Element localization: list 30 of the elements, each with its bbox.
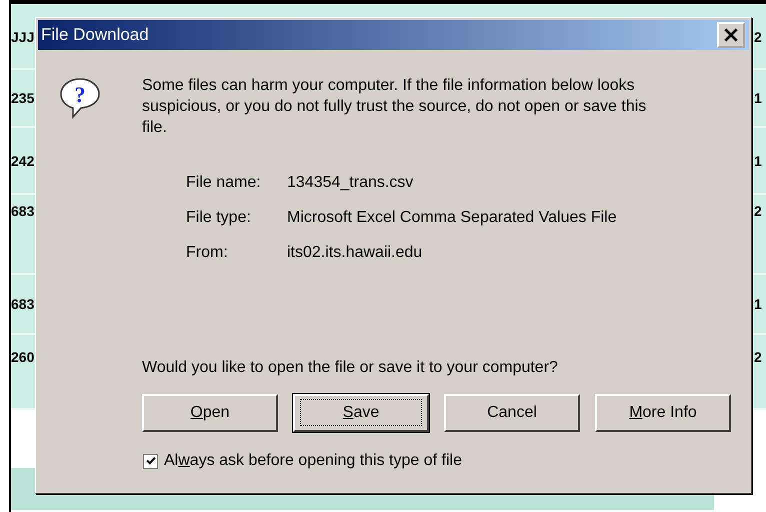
field-label: From:: [186, 243, 229, 263]
table-cell-text: 2: [754, 348, 763, 367]
table-cell-text: 1: [754, 89, 763, 108]
field-value: Microsoft Excel Comma Separated Values File: [287, 208, 618, 228]
table-cell-text: 235: [11, 89, 36, 108]
field-label: File name:: [186, 173, 262, 193]
question-balloon-icon: ?: [58, 76, 102, 120]
table-cell-text: 242: [11, 152, 36, 170]
close-button[interactable]: [717, 22, 745, 48]
table-cell-text: JJJ: [11, 28, 36, 47]
window-title: File Download: [41, 25, 149, 45]
close-icon: [723, 27, 739, 43]
dialog-button[interactable]: Open: [142, 394, 278, 432]
table-cell-text: 2: [754, 202, 763, 221]
field-value: its02.its.hawaii.edu: [287, 243, 424, 263]
field-value: 134354_trans.csv: [287, 173, 414, 193]
table-cell-text: 683: [11, 295, 36, 314]
field-label: File type:: [186, 208, 252, 228]
table-cell-text: 1: [754, 295, 763, 314]
dialog-button[interactable]: More Info: [595, 394, 731, 432]
checkbox[interactable]: [143, 454, 158, 468]
checkbox-label[interactable]: Always ask before opening this type of file: [164, 452, 462, 470]
dialog-button[interactable]: Save: [293, 394, 429, 432]
question-text: Would you like to open the file or save it to your computer?: [142, 359, 559, 377]
table-cell-text: 260: [11, 348, 36, 367]
dialog-button[interactable]: Cancel: [444, 394, 580, 432]
warning-message: Some files can harm your computer. If the file information below looks suspicious, or you do not fully trust the source, do not open or save this file.: [142, 76, 648, 138]
table-cell-text: 1: [754, 152, 763, 170]
table-cell-text: 683: [11, 202, 36, 221]
table-cell-text: 2: [754, 28, 763, 47]
